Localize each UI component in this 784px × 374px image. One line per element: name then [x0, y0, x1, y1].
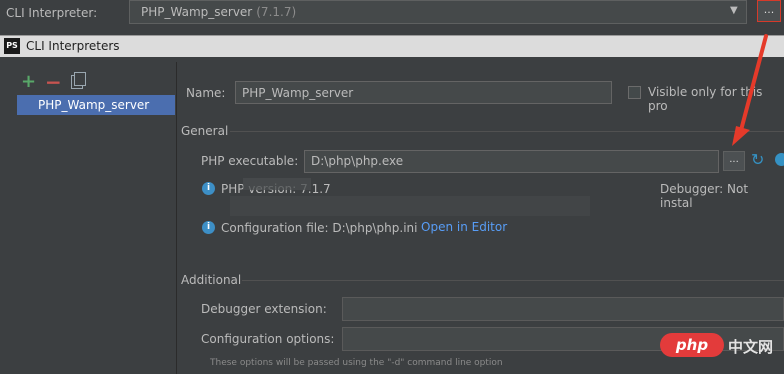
dropdown-arrow-icon[interactable]: ▼: [730, 5, 738, 16]
cli-interpreter-value: PHP_Wamp_server (7.1.7): [141, 5, 297, 19]
php-executable-value: D:\php\php.exe: [311, 154, 404, 168]
info-icon: i: [202, 182, 215, 195]
watermark-badge: php: [660, 333, 724, 357]
info-icon[interactable]: [775, 153, 784, 166]
general-divider: [230, 131, 784, 132]
debugger-status-label: Debugger: Not instal: [660, 182, 749, 210]
additional-divider: [242, 280, 784, 281]
general-section-title: General: [181, 124, 229, 138]
copy-icon-front: [74, 72, 86, 86]
browse-interpreters-button[interactable]: ...: [757, 0, 781, 22]
debugger-extension-label: Debugger extension:: [201, 302, 327, 316]
dialog-title: CLI Interpreters: [26, 39, 120, 53]
visible-only-label: Visible only for this pro: [648, 85, 763, 113]
name-input-value: PHP_Wamp_server: [242, 86, 354, 100]
cli-interpreter-label: CLI Interpreter:: [6, 6, 98, 20]
visible-only-checkbox[interactable]: [628, 86, 641, 99]
configuration-file-label: Configuration file: D:\php\php.ini: [221, 221, 418, 235]
list-item-label: PHP_Wamp_server: [38, 98, 150, 112]
name-label: Name:: [186, 86, 226, 100]
options-hint: These options will be passed using the "…: [210, 358, 503, 368]
php-executable-label: PHP executable:: [201, 154, 299, 168]
info-icon: i: [202, 221, 215, 234]
blur-overlay: [243, 178, 311, 190]
add-icon[interactable]: +: [21, 71, 36, 92]
debugger-extension-input[interactable]: [342, 297, 784, 321]
open-in-editor-link[interactable]: Open in Editor: [421, 220, 507, 234]
configuration-options-label: Configuration options:: [201, 332, 335, 346]
refresh-icon[interactable]: ↻: [751, 150, 764, 169]
additional-section-title: Additional: [181, 273, 242, 287]
blur-overlay: [230, 196, 590, 216]
cli-interpreter-version: (7.1.7): [256, 5, 297, 19]
watermark-text: 中文网: [728, 338, 774, 356]
remove-icon[interactable]: −: [45, 70, 62, 94]
phpstorm-logo-icon: PS: [4, 38, 20, 54]
browse-executable-button[interactable]: ...: [723, 151, 745, 171]
